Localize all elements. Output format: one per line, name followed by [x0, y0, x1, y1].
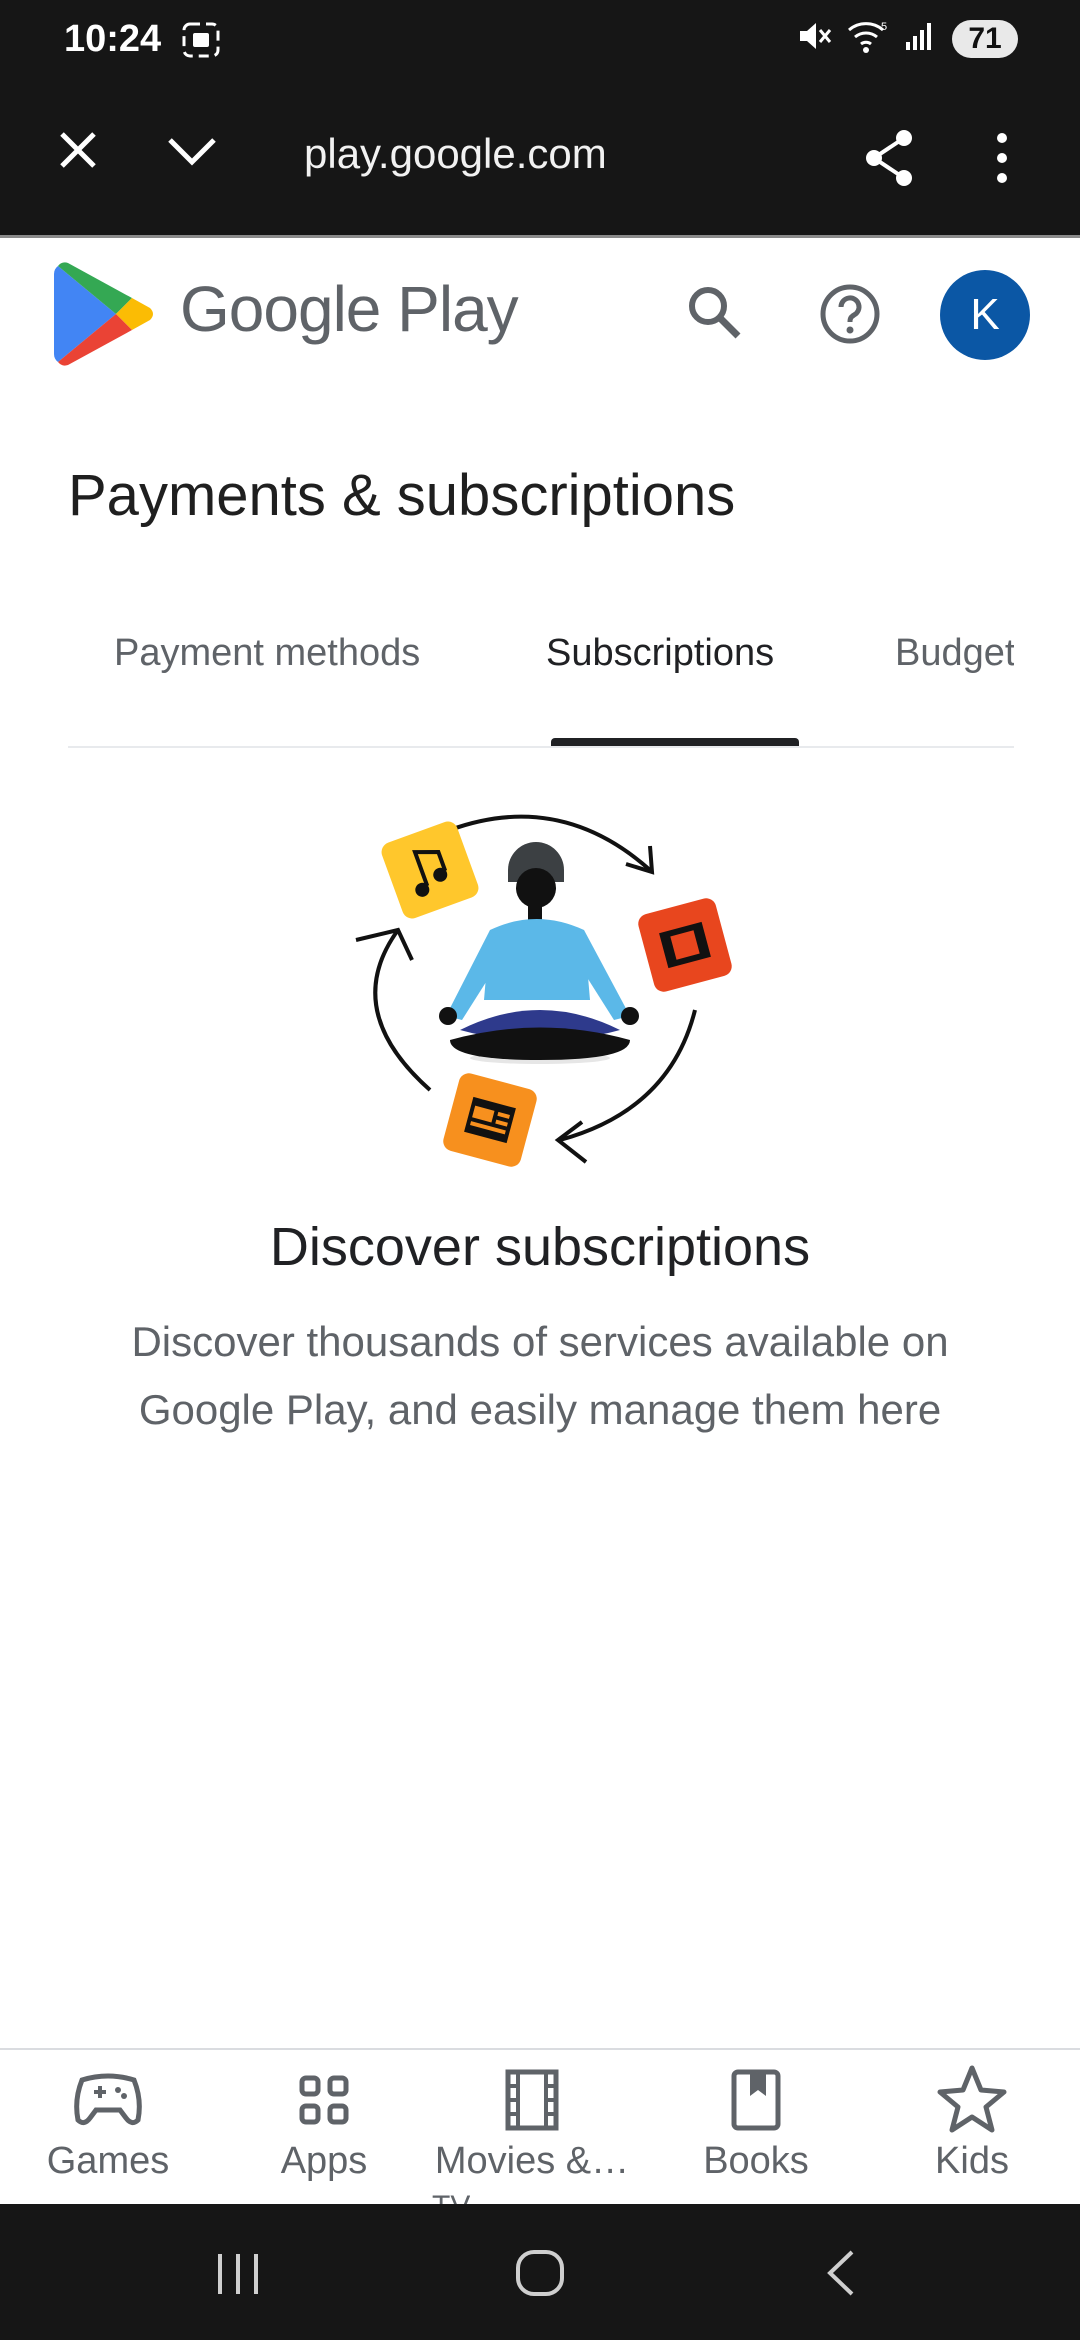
back-icon[interactable] — [822, 2248, 862, 2303]
nav-label-books: Books — [703, 2140, 809, 2182]
home-icon[interactable] — [512, 2248, 568, 2303]
svg-text:5: 5 — [881, 21, 887, 33]
book-icon — [656, 2060, 856, 2136]
nav-item-games[interactable]: Games — [8, 2060, 208, 2183]
active-tab-indicator — [551, 738, 799, 746]
status-time: 10:24 — [64, 18, 162, 60]
nav-label-movies-tv: Movies &… — [434, 2140, 630, 2182]
mute-icon — [796, 18, 832, 59]
url-text[interactable]: play.google.com — [304, 130, 607, 178]
recent-apps-icon[interactable] — [212, 2248, 264, 2303]
nav-item-kids[interactable]: Kids — [872, 2060, 1072, 2183]
nav-label-apps: Apps — [280, 2140, 368, 2182]
status-bar: 10:24 5 71 — [0, 0, 1080, 80]
empty-state-title: Discover subscriptions — [269, 1217, 811, 1277]
gamepad-icon — [8, 2060, 208, 2136]
chevron-down-icon[interactable] — [166, 128, 218, 177]
tab-payment-methods[interactable]: Payment methods — [114, 632, 420, 675]
bottom-nav: Games Apps Movies &… Books Kids TV — [0, 2048, 1080, 2206]
tab-subscriptions[interactable]: Subscriptions — [546, 632, 774, 675]
toolbar-divider — [0, 235, 1080, 238]
tab-bar: Payment methods Subscriptions Budget — [68, 610, 1014, 750]
wifi-icon: 5 — [846, 18, 888, 59]
empty-state-description: Discover thousands of services available… — [131, 1318, 949, 1433]
nav-label-games: Games — [46, 2140, 170, 2182]
tabs-divider — [68, 746, 1014, 748]
share-icon[interactable] — [862, 128, 916, 193]
google-play-logo-icon[interactable] — [54, 262, 154, 371]
nav-item-movies-tv[interactable]: Movies &… — [432, 2060, 632, 2183]
more-options-icon[interactable] — [992, 128, 1012, 193]
nav-item-apps[interactable]: Apps — [224, 2060, 424, 2183]
help-icon[interactable] — [818, 282, 882, 351]
page-title: Payments & subscriptions — [68, 463, 736, 528]
avatar-initial: K — [970, 290, 1000, 339]
system-nav-bar — [0, 2204, 1080, 2340]
browser-toolbar: play.google.com — [0, 80, 1080, 235]
close-icon[interactable] — [56, 128, 100, 177]
google-play-wordmark[interactable]: Google Play — [180, 272, 519, 346]
nav-item-books[interactable]: Books — [656, 2060, 856, 2183]
subscriptions-illustration — [340, 790, 760, 1190]
apps-grid-icon — [224, 2060, 424, 2136]
star-icon — [872, 2060, 1072, 2136]
search-icon[interactable] — [684, 282, 744, 347]
battery-level: 71 — [952, 19, 1018, 58]
signal-icon — [902, 18, 938, 59]
avatar[interactable]: K — [940, 270, 1030, 360]
nav-label-kids: Kids — [935, 2140, 1009, 2182]
screenshot-icon — [180, 20, 222, 65]
tab-budget[interactable]: Budget — [895, 632, 1014, 675]
film-icon — [432, 2060, 632, 2136]
